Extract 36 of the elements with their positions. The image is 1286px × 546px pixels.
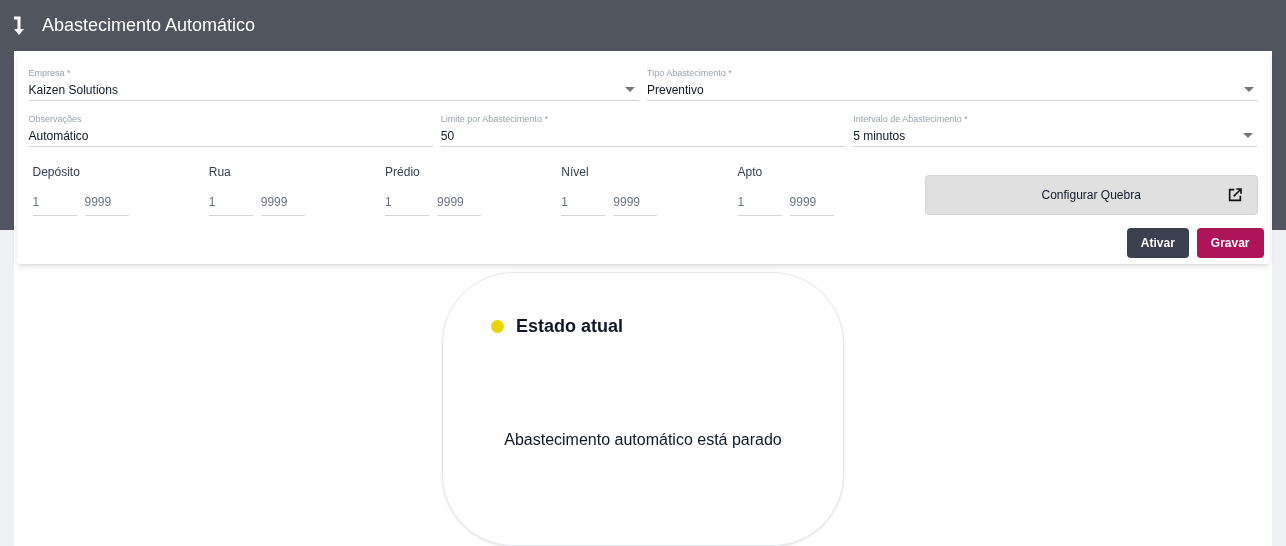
caret-icon	[1243, 87, 1254, 92]
input-field[interactable]: 9999	[260, 193, 305, 216]
select-field[interactable]: Preventivo	[647, 79, 1258, 101]
range-label: Nível	[561, 164, 590, 181]
select-field[interactable]: Kaizen Solutions	[28, 79, 639, 101]
range-label: Apto	[737, 164, 764, 181]
input-field[interactable]: 1	[208, 193, 253, 216]
input-field[interactable]: 1	[385, 193, 430, 216]
input-field[interactable]: 9999	[84, 193, 129, 216]
caret-icon	[1243, 133, 1254, 138]
input-field[interactable]: Automático	[28, 125, 433, 147]
select-field[interactable]: 5 minutos	[853, 125, 1258, 147]
configure-button[interactable]: Configurar Quebra	[924, 175, 1258, 215]
input-field[interactable]: 9999	[437, 193, 482, 216]
external-link-icon	[1226, 187, 1243, 203]
page-title: Abastecimento Automático	[42, 14, 256, 37]
caret-icon	[625, 87, 635, 92]
range-label: Rua	[208, 164, 232, 181]
input-field[interactable]: 50	[440, 125, 846, 147]
input-field[interactable]: 1	[737, 193, 782, 216]
field-label: Limite por Abastecimento *	[440, 113, 549, 125]
action-button[interactable]: Gravar	[1196, 228, 1264, 258]
input-field[interactable]: 1	[32, 193, 77, 216]
range-label: Depósito	[32, 164, 81, 181]
arrow-down-icon	[12, 15, 26, 36]
field-label: Intervalo de Abastecimento *	[853, 113, 969, 125]
range-label: Prédio	[385, 164, 421, 181]
status-message: Abastecimento automático está parado	[503, 430, 783, 450]
input-field[interactable]: 1	[561, 193, 606, 216]
field-label: Empresa *	[28, 67, 72, 79]
action-button[interactable]: Ativar	[1126, 228, 1189, 258]
field-label: Tipo Abastecimento *	[647, 67, 733, 79]
input-field[interactable]: 9999	[789, 193, 834, 216]
field-label: Observações	[28, 113, 83, 125]
input-field[interactable]: 9999	[613, 193, 658, 216]
status-title: Estado atual	[516, 315, 624, 338]
